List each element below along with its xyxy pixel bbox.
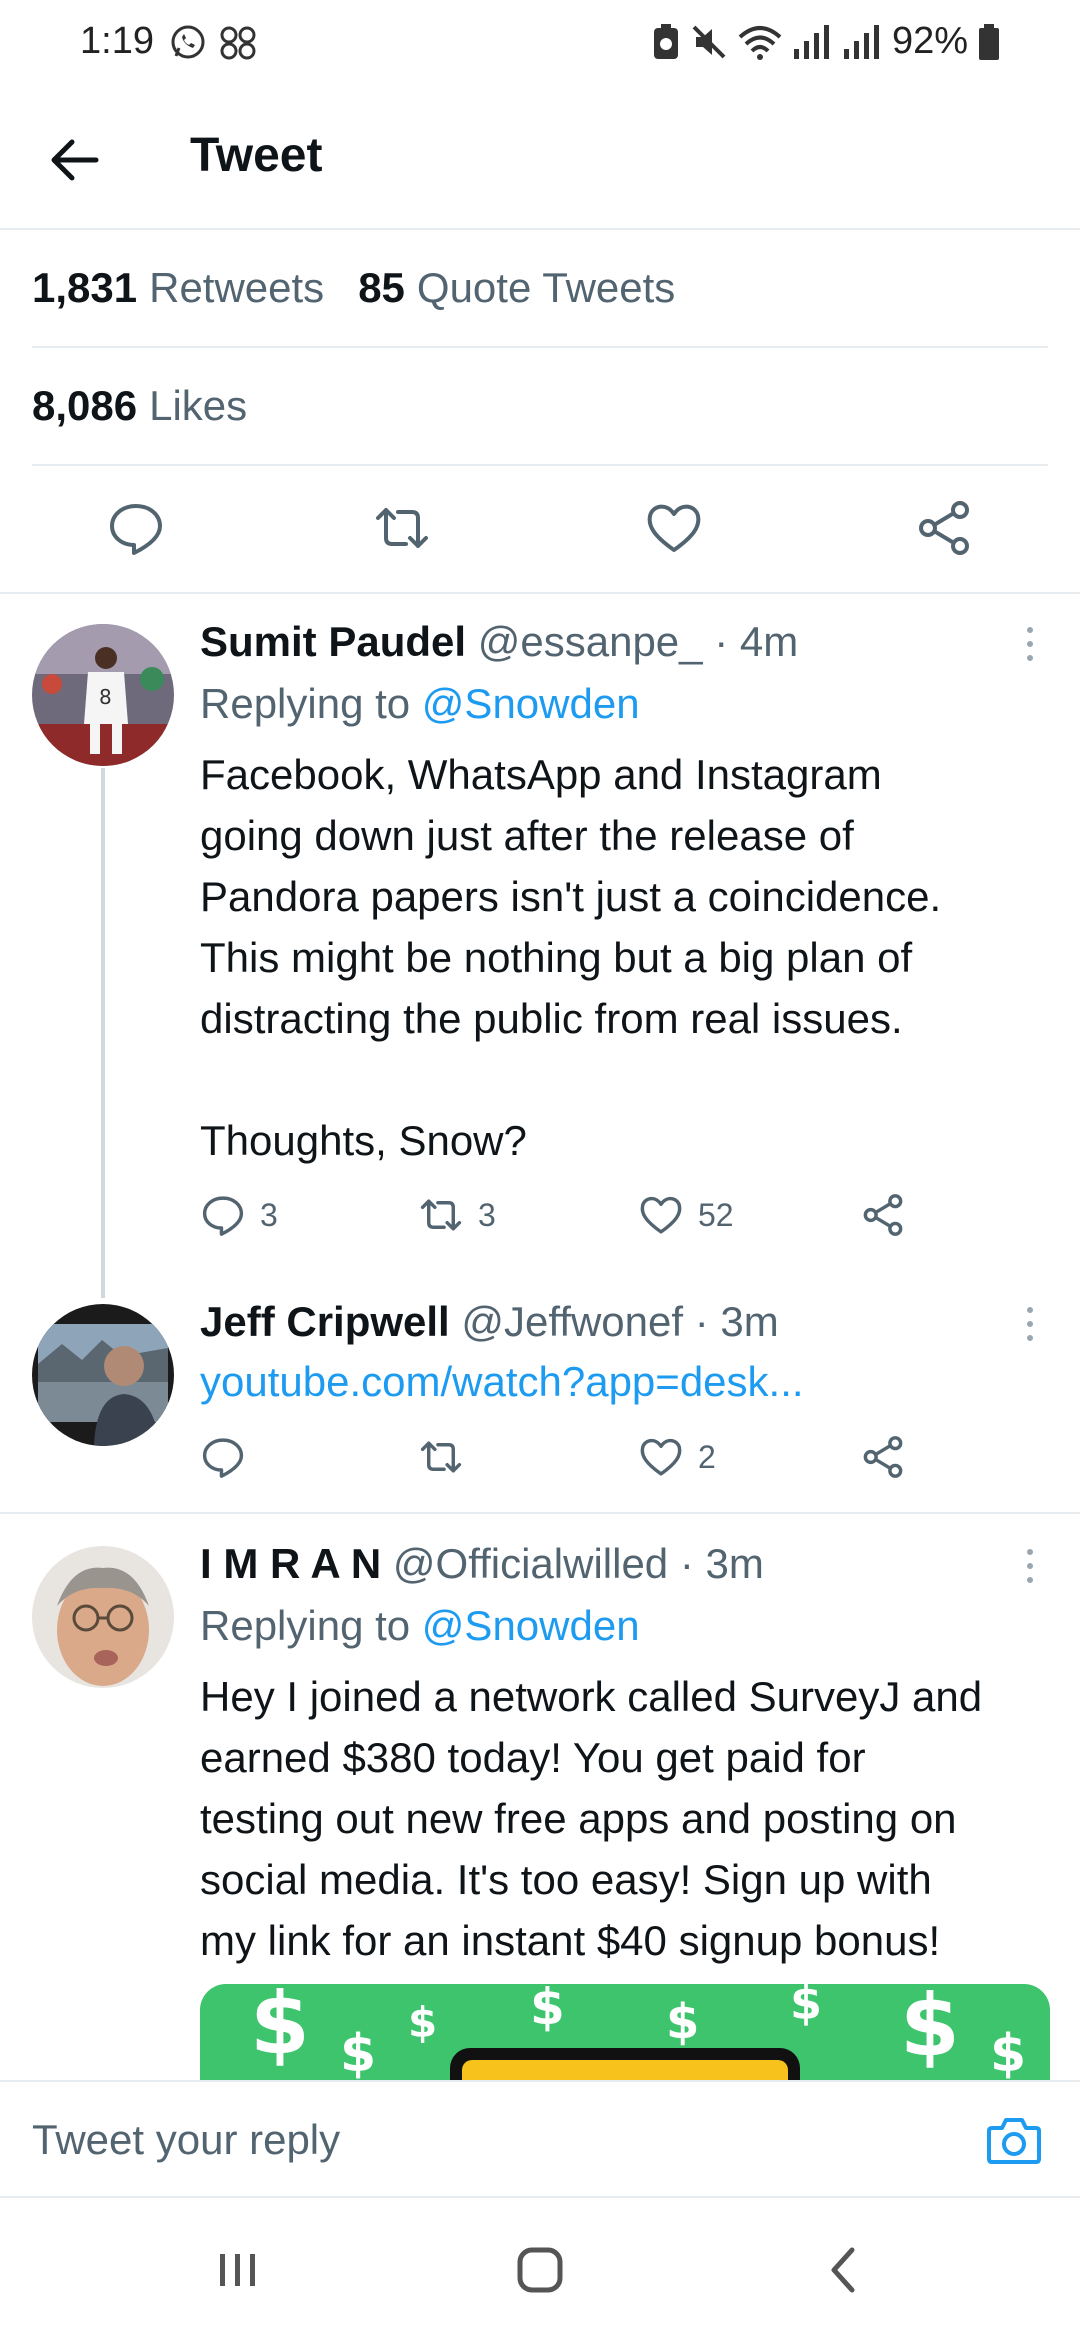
whatsapp-icon	[171, 25, 205, 59]
retweet-action[interactable]: 3	[418, 1192, 496, 1238]
retweet-icon	[420, 1199, 462, 1231]
reply-icon[interactable]	[106, 498, 166, 558]
battery-saver-icon	[653, 23, 678, 59]
like-count: 2	[698, 1438, 716, 1475]
replying-to: Replying to @Snowden	[200, 1602, 640, 1649]
author-handle[interactable]: @Officialwilled · 3m	[393, 1540, 764, 1587]
dollar-sign-decoration: $	[900, 1984, 960, 2076]
more-options-icon[interactable]	[1020, 1546, 1040, 1586]
dollar-sign-decoration: $	[408, 1998, 438, 2047]
thread-line	[101, 768, 105, 1298]
mute-icon	[692, 25, 726, 58]
likes-label[interactable]: Likes	[149, 382, 247, 430]
avatar[interactable]	[32, 1546, 174, 1688]
share-action[interactable]	[860, 1192, 906, 1238]
battery-percent: 92%	[891, 20, 968, 62]
author-name[interactable]: Jeff Cripwell	[200, 1298, 450, 1345]
link-app-icon	[220, 26, 256, 60]
dollar-sign-decoration: $	[530, 1984, 565, 2036]
home-icon[interactable]	[510, 2240, 570, 2300]
main-tweet-actions	[0, 466, 1080, 594]
recent-apps-icon[interactable]	[208, 2240, 268, 2300]
dollar-sign-decoration: $	[990, 2024, 1027, 2080]
retweet-action[interactable]	[418, 1434, 464, 1480]
reply-count: 3	[260, 1196, 278, 1233]
reply-icon	[202, 1196, 244, 1236]
tweet-text: Hey I joined a network called SurveyJ an…	[200, 1673, 983, 1964]
retweets-label[interactable]: Retweets	[149, 264, 324, 312]
likes-stats-row: 8,086 Likes	[32, 348, 1048, 466]
more-options-icon[interactable]	[1020, 1304, 1040, 1344]
back-arrow-icon[interactable]	[44, 130, 104, 190]
author-handle[interactable]: @Jeffwonef · 3m	[461, 1298, 778, 1345]
mention-link[interactable]: @Snowden	[422, 680, 640, 727]
avatar-image	[32, 1546, 174, 1688]
tweet-link[interactable]: youtube.com/watch?app=desk...	[200, 1358, 804, 1406]
retweets-count[interactable]: 1,831	[32, 264, 137, 312]
reply-icon	[202, 1438, 244, 1478]
dollar-sign-decoration: $	[666, 1994, 700, 2050]
share-icon	[863, 1194, 903, 1236]
battery-icon	[979, 23, 999, 60]
author-name[interactable]: Sumit Paudel	[200, 618, 466, 665]
like-icon	[640, 1196, 682, 1234]
system-nav-bar	[0, 2198, 1080, 2340]
share-icon[interactable]	[914, 498, 974, 558]
app-bar: Tweet	[0, 88, 1080, 230]
like-action[interactable]: 2	[638, 1434, 716, 1480]
avatar-image: 8	[32, 624, 174, 766]
camera-icon[interactable]	[984, 2110, 1044, 2170]
tweet-text: Facebook, WhatsApp and Instagram going d…	[200, 751, 942, 1164]
reply-action[interactable]: 3	[200, 1192, 278, 1238]
author-name[interactable]: I M R A N	[200, 1540, 381, 1587]
reply-action[interactable]	[200, 1434, 246, 1480]
signal-icon-2	[843, 24, 879, 59]
share-action[interactable]	[860, 1434, 906, 1480]
reply-bar	[0, 2080, 1080, 2198]
like-count: 52	[698, 1196, 734, 1233]
likes-count[interactable]: 8,086	[32, 382, 137, 430]
signal-icon	[793, 24, 829, 59]
more-options-icon[interactable]	[1020, 624, 1040, 664]
quote-tweets-count[interactable]: 85	[358, 264, 405, 312]
reply-tweet-2[interactable]: Jeff Cripwell @Jeffwonef · 3m youtube.co…	[0, 1296, 1080, 1512]
share-icon	[863, 1436, 903, 1478]
retweet-count: 3	[478, 1196, 496, 1233]
dollar-sign-decoration: $	[790, 1984, 823, 2030]
reply-tweet-3[interactable]: I M R A N @Officialwilled · 3m Replying …	[0, 1514, 1080, 1984]
tweet-actions: 2	[200, 1434, 920, 1490]
reply-tweet-1[interactable]: 8 Sumit Paudel @essanpe_ · 4m Replying t…	[0, 596, 1080, 1298]
avatar[interactable]: 8	[32, 624, 174, 766]
avatar[interactable]	[32, 1304, 174, 1446]
retweet-stats-row: 1,831 Retweets 85 Quote Tweets	[32, 230, 1048, 348]
retweet-icon	[420, 1441, 462, 1473]
laptop-graphic	[450, 2048, 800, 2080]
back-nav-icon[interactable]	[814, 2240, 874, 2300]
like-icon	[640, 1438, 682, 1476]
retweet-icon[interactable]	[372, 498, 432, 558]
status-time: 1:19	[80, 20, 154, 62]
page-title: Tweet	[190, 129, 323, 182]
like-icon[interactable]	[644, 498, 704, 558]
quote-tweets-label[interactable]: Quote Tweets	[417, 264, 675, 312]
author-handle[interactable]: @essanpe_ · 4m	[478, 618, 798, 665]
avatar-image	[32, 1304, 174, 1446]
dollar-sign-decoration: $	[340, 2024, 377, 2080]
tweet-media-image[interactable]: $ $ $ $ $ $ $ $	[200, 1984, 1050, 2080]
like-action[interactable]: 52	[638, 1192, 734, 1238]
replying-to: Replying to @Snowden	[200, 680, 640, 727]
dollar-sign-decoration: $	[250, 1984, 310, 2074]
mention-link[interactable]: @Snowden	[422, 1602, 640, 1649]
tweet-reply-input[interactable]	[32, 2110, 932, 2170]
status-bar: 1:19 92%	[0, 0, 1080, 88]
tweet-actions: 3 3 52	[200, 1192, 920, 1248]
svg-text:8: 8	[99, 685, 112, 709]
wifi-icon	[738, 25, 782, 60]
